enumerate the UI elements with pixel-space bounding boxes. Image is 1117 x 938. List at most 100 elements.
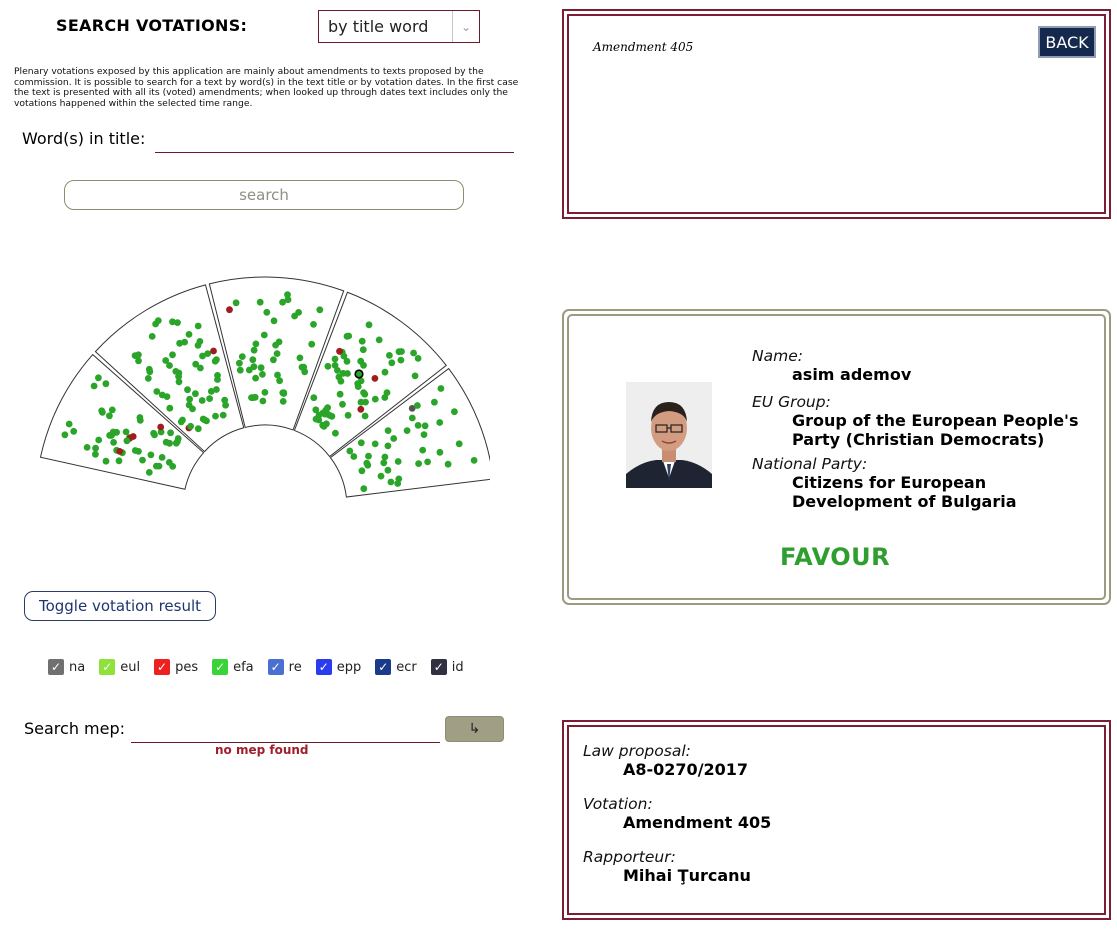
mep-seat[interactable] bbox=[310, 321, 317, 328]
mep-seat[interactable] bbox=[421, 422, 429, 430]
mep-seat[interactable] bbox=[362, 398, 369, 406]
mep-seat[interactable] bbox=[377, 472, 385, 480]
mep-seat[interactable] bbox=[414, 355, 422, 362]
mep-seat[interactable] bbox=[380, 459, 388, 467]
mep-seat[interactable] bbox=[371, 440, 379, 448]
mep-seat[interactable] bbox=[145, 469, 153, 476]
mep-seat[interactable] bbox=[70, 427, 78, 435]
mep-seat[interactable] bbox=[436, 419, 444, 426]
mep-seat[interactable] bbox=[198, 397, 206, 404]
mep-seat[interactable] bbox=[83, 444, 91, 451]
mep-seat[interactable] bbox=[308, 340, 316, 348]
mep-seat[interactable] bbox=[350, 453, 358, 460]
mep-seat[interactable] bbox=[210, 347, 217, 355]
mep-seat[interactable] bbox=[167, 429, 174, 437]
mep-seat[interactable] bbox=[207, 388, 215, 395]
search-mode-select[interactable]: by title word ⌄ bbox=[318, 10, 480, 43]
mep-seat[interactable] bbox=[102, 380, 110, 388]
legend-item-na[interactable]: ✓ na bbox=[48, 659, 85, 675]
mep-seat[interactable] bbox=[166, 362, 173, 369]
mep-seat[interactable] bbox=[169, 351, 176, 359]
mep-seat[interactable] bbox=[139, 456, 146, 464]
mep-seat[interactable] bbox=[176, 339, 184, 347]
mep-seat[interactable] bbox=[358, 337, 366, 345]
mep-seat[interactable] bbox=[136, 414, 144, 421]
mep-seat[interactable] bbox=[147, 451, 155, 459]
mep-seat[interactable] bbox=[194, 322, 202, 330]
mep-seat[interactable] bbox=[158, 391, 166, 399]
mep-seat[interactable] bbox=[270, 356, 277, 364]
mep-seat[interactable] bbox=[166, 439, 173, 447]
mep-seat[interactable] bbox=[415, 460, 422, 467]
mep-seat[interactable] bbox=[403, 427, 411, 434]
mep-seat[interactable] bbox=[296, 354, 304, 362]
mep-seat[interactable] bbox=[394, 458, 402, 465]
mep-seat[interactable] bbox=[145, 365, 153, 373]
search-button[interactable]: search bbox=[64, 180, 464, 210]
mep-seat[interactable] bbox=[451, 408, 458, 416]
mep-seat[interactable] bbox=[295, 309, 302, 316]
mep-seat[interactable] bbox=[344, 411, 352, 419]
mep-seat[interactable] bbox=[116, 448, 124, 455]
back-button[interactable]: BACK bbox=[1038, 26, 1096, 58]
mep-seat[interactable] bbox=[192, 360, 200, 368]
mep-seat[interactable] bbox=[388, 359, 396, 367]
mep-seat[interactable] bbox=[279, 389, 287, 397]
mep-seat[interactable] bbox=[259, 371, 266, 378]
mep-seat[interactable] bbox=[345, 332, 353, 340]
mep-seat[interactable] bbox=[365, 321, 373, 329]
mep-seat[interactable] bbox=[106, 412, 113, 420]
mep-seat[interactable] bbox=[192, 390, 199, 398]
mep-seat[interactable] bbox=[259, 397, 267, 405]
mep-seat[interactable] bbox=[301, 368, 309, 376]
mep-seat[interactable] bbox=[92, 444, 99, 452]
mep-seat[interactable] bbox=[397, 356, 405, 364]
mep-seat[interactable] bbox=[419, 446, 427, 454]
mep-seat[interactable] bbox=[102, 457, 110, 465]
mep-seat[interactable] bbox=[135, 351, 142, 359]
mep-seat[interactable] bbox=[371, 395, 379, 403]
mep-seat[interactable] bbox=[339, 400, 346, 408]
mep-seat[interactable] bbox=[324, 362, 332, 370]
mep-seat[interactable] bbox=[175, 378, 183, 386]
mep-seat[interactable] bbox=[354, 383, 362, 390]
mep-seat[interactable] bbox=[384, 427, 392, 434]
legend-item-pes[interactable]: ✓ pes bbox=[154, 659, 198, 675]
mep-seat[interactable] bbox=[250, 346, 258, 354]
mep-seat[interactable] bbox=[414, 402, 421, 409]
checkbox-icon[interactable]: ✓ bbox=[430, 659, 447, 675]
mep-seat[interactable] bbox=[236, 366, 244, 374]
mep-seat[interactable] bbox=[261, 389, 269, 396]
mep-seat[interactable] bbox=[189, 405, 196, 413]
mep-seat[interactable] bbox=[357, 405, 365, 413]
mep-seat[interactable] bbox=[213, 356, 220, 364]
mep-seat[interactable] bbox=[95, 374, 102, 382]
mep-seat[interactable] bbox=[360, 361, 367, 369]
mep-seat[interactable] bbox=[361, 412, 369, 420]
mep-seat[interactable] bbox=[95, 436, 103, 444]
mep-seat[interactable] bbox=[260, 331, 268, 339]
toggle-votation-result-button[interactable]: Toggle votation result bbox=[24, 591, 216, 621]
mep-seat[interactable] bbox=[152, 320, 159, 328]
selected-mep-seat[interactable] bbox=[354, 369, 364, 379]
mep-seat[interactable] bbox=[256, 298, 264, 306]
mep-seat[interactable] bbox=[249, 356, 257, 364]
checkbox-icon[interactable]: ✓ bbox=[154, 659, 171, 675]
mep-seat[interactable] bbox=[381, 368, 389, 376]
mep-seat[interactable] bbox=[204, 350, 212, 357]
checkbox-icon[interactable]: ✓ bbox=[99, 659, 116, 675]
mep-seat[interactable] bbox=[238, 353, 246, 360]
mep-seat[interactable] bbox=[92, 450, 99, 458]
mep-seat[interactable] bbox=[273, 350, 281, 357]
checkbox-icon[interactable]: ✓ bbox=[212, 659, 229, 675]
mep-seat[interactable] bbox=[175, 369, 183, 377]
mep-seat[interactable] bbox=[90, 382, 98, 390]
checkbox-icon[interactable]: ✓ bbox=[375, 659, 392, 675]
mep-seat[interactable] bbox=[206, 395, 214, 402]
mep-seat[interactable] bbox=[252, 340, 260, 348]
mep-seat[interactable] bbox=[151, 431, 158, 439]
mep-seat[interactable] bbox=[358, 467, 366, 475]
chevron-down-icon[interactable]: ⌄ bbox=[452, 11, 479, 42]
mep-seat[interactable] bbox=[326, 412, 334, 419]
mep-seat[interactable] bbox=[109, 428, 117, 436]
